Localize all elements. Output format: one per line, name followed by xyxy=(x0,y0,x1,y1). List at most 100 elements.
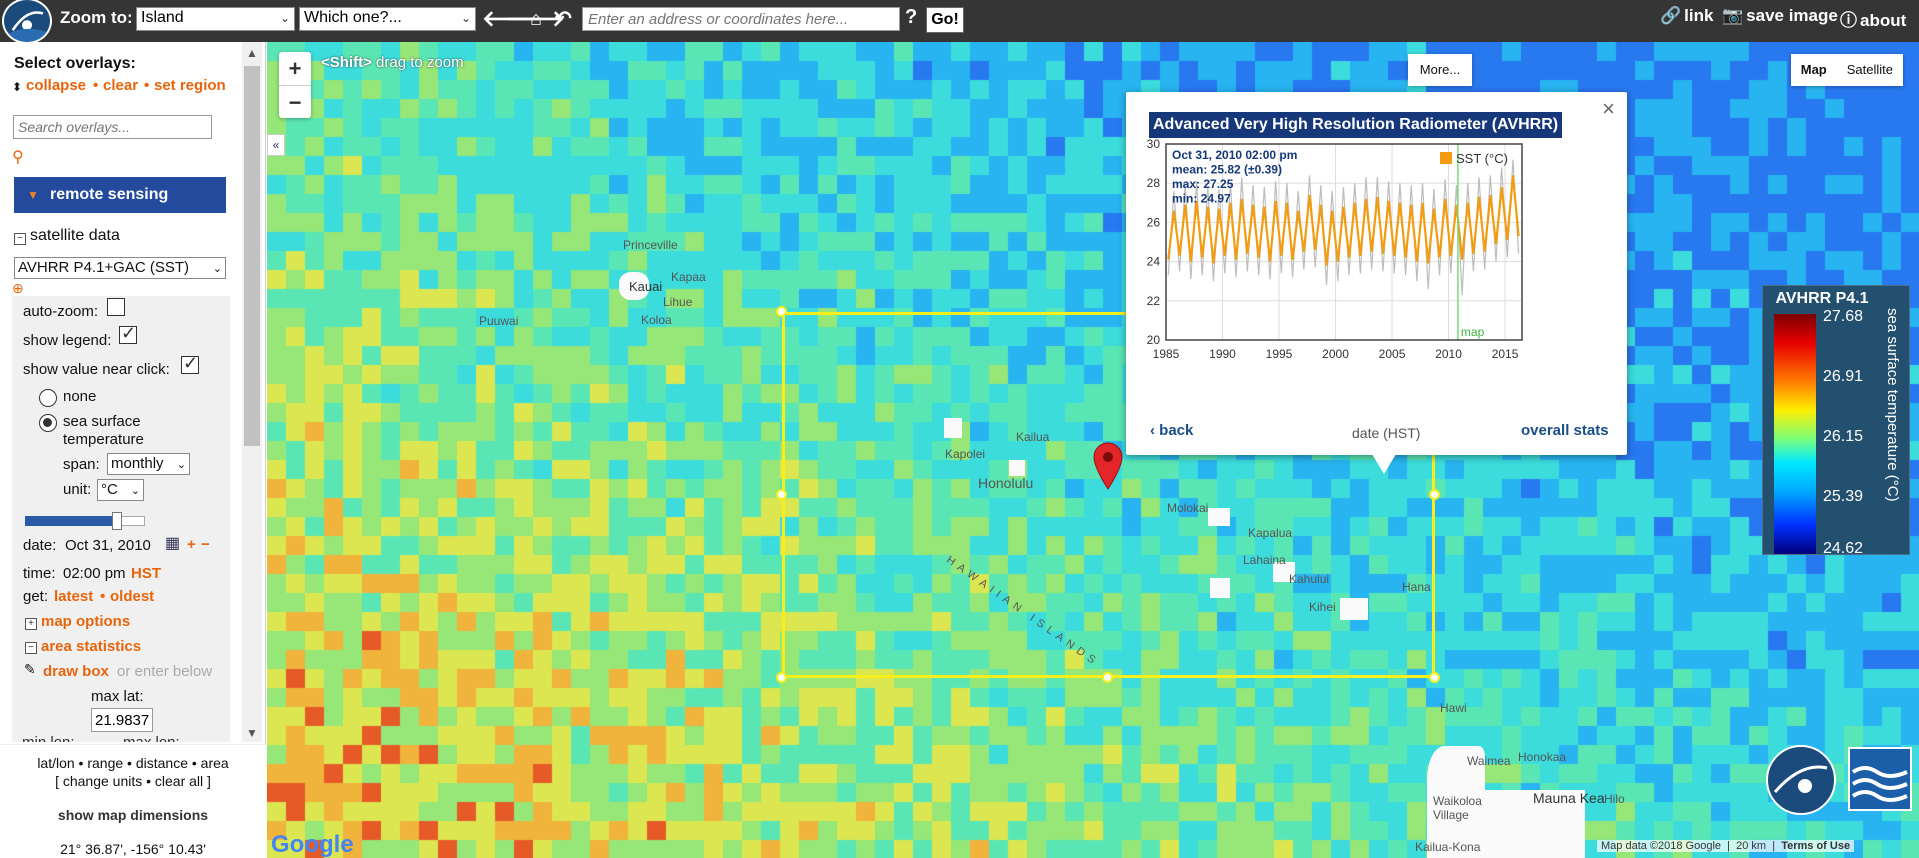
map-type-map-button[interactable]: Map xyxy=(1791,54,1837,86)
popup-pointer xyxy=(1372,454,1396,474)
x-tick-label: 1985 xyxy=(1153,347,1180,361)
map-options-link[interactable]: map options xyxy=(41,613,130,630)
search-icon[interactable]: ⚲ xyxy=(12,147,24,167)
link-icon: 🔗 xyxy=(1660,6,1682,25)
map-marker-icon[interactable] xyxy=(1092,440,1124,490)
remote-sensing-label: remote sensing xyxy=(50,186,169,203)
box-handle[interactable] xyxy=(776,306,787,317)
sidebar-scrollbar[interactable]: ▲ ▼ xyxy=(242,42,262,742)
zoom-to-select[interactable]: Island ⌄ xyxy=(136,7,295,31)
stat-max: max: 27.25 xyxy=(1172,177,1234,191)
units-line[interactable]: [ change units • clear all ] xyxy=(0,773,266,789)
dataset-select[interactable]: AVHRR P4.1+GAC (SST) ⌄ xyxy=(14,257,226,279)
help-button[interactable]: ? xyxy=(905,6,917,29)
set-region-link[interactable]: set region xyxy=(154,77,226,94)
chevron-down-icon: ⌄ xyxy=(460,11,471,25)
search-overlays-input[interactable] xyxy=(13,115,212,139)
opacity-slider-handle[interactable] xyxy=(112,512,123,530)
color-legend: AVHRR P4.1 27.68 26.91 26.15 25.39 24.62… xyxy=(1762,285,1910,557)
map-canvas[interactable]: Princeville Kauai Kapaa Lihue Koloa Puuw… xyxy=(267,42,1919,858)
auto-zoom-checkbox[interactable] xyxy=(107,298,125,316)
zoom-in-button[interactable]: + xyxy=(279,52,311,85)
zoom-out-button[interactable]: − xyxy=(279,86,311,119)
collapse-satellite-icon[interactable]: − xyxy=(14,233,26,245)
zoom-to-dataset-icon[interactable]: ⊕ xyxy=(12,280,24,297)
show-legend-checkbox[interactable] xyxy=(119,323,137,344)
zoom-to-label: Zoom to: xyxy=(60,8,133,27)
y-tick-label: 30 xyxy=(1147,137,1161,151)
which-one-select[interactable]: Which one?... ⌄ xyxy=(299,7,476,31)
link-label: link xyxy=(1684,6,1714,25)
radio-sea-surface-temperature[interactable] xyxy=(39,414,57,432)
calendar-icon[interactable]: ▦ xyxy=(165,533,180,553)
clear-link[interactable]: clear xyxy=(103,77,138,94)
show-map-dimensions-link[interactable]: show map dimensions xyxy=(0,807,266,823)
info-icon: ⓘ xyxy=(1840,11,1857,30)
legend-title: AVHRR P4.1 xyxy=(1775,290,1869,307)
terms-of-use-link[interactable]: Terms of Use xyxy=(1781,840,1850,852)
measure-tools-line[interactable]: lat/lon • range • distance • area xyxy=(0,755,266,771)
map-type-control: Map Satellite xyxy=(1790,54,1903,86)
home-icon[interactable]: ⌂ xyxy=(530,7,542,31)
span-select[interactable]: monthly ⌄ xyxy=(107,453,190,475)
more-button[interactable]: More... xyxy=(1408,54,1472,86)
draw-box-link[interactable]: draw box xyxy=(43,663,109,680)
save-image-button[interactable]: 📷 save image xyxy=(1722,6,1838,26)
x-tick-label: 2000 xyxy=(1322,347,1349,361)
link-button[interactable]: 🔗 link xyxy=(1660,6,1713,26)
app-logo[interactable] xyxy=(2,0,52,44)
time-value[interactable]: 02:00 pm xyxy=(63,565,126,582)
pacioos-logo-icon xyxy=(1766,745,1836,815)
unit-select-value: °C xyxy=(101,481,118,498)
y-tick-label: 24 xyxy=(1147,255,1161,269)
expand-map-options-icon[interactable]: + xyxy=(25,618,37,630)
sidebar-footer: lat/lon • range • distance • area [ chan… xyxy=(0,744,266,858)
remote-sensing-header[interactable]: ▼ remote sensing xyxy=(14,177,226,213)
time-zone-link[interactable]: HST xyxy=(131,565,161,582)
box-handle[interactable] xyxy=(1102,672,1113,683)
date-plus-button[interactable]: + xyxy=(187,536,196,553)
box-handle[interactable] xyxy=(776,672,787,683)
show-value-checkbox[interactable] xyxy=(181,353,199,374)
sort-icon: ⬍ xyxy=(12,80,23,94)
overall-stats-link[interactable]: overall stats xyxy=(1521,422,1609,439)
box-handle[interactable] xyxy=(776,489,787,500)
undo-icon[interactable]: ↶ xyxy=(555,7,572,31)
map-attribution: Map data ©2018 Google | 20 km | Terms of… xyxy=(1597,840,1855,852)
scroll-down-icon[interactable]: ▼ xyxy=(246,726,258,740)
sidebar: Select overlays: ⬍ collapse • clear • se… xyxy=(0,42,266,858)
back-label: back xyxy=(1159,422,1194,439)
place-princeville: Princeville xyxy=(623,238,678,252)
box-handle[interactable] xyxy=(1429,672,1440,683)
scrollbar-thumb[interactable] xyxy=(244,66,260,446)
back-link[interactable]: ‹ back xyxy=(1150,422,1193,439)
go-button[interactable]: Go! xyxy=(926,7,964,33)
max-lat-input[interactable] xyxy=(91,708,153,732)
shift-key-label: <Shift> xyxy=(321,54,372,71)
stat-min: min: 24.97 xyxy=(1172,192,1231,206)
x-tick-label: 1990 xyxy=(1209,347,1236,361)
stat-mean: mean: 25.82 (±0.39) xyxy=(1172,163,1282,177)
radio-none[interactable] xyxy=(39,389,57,407)
legend-label: SST (°C) xyxy=(1456,151,1508,166)
google-logo[interactable]: Google xyxy=(271,831,354,858)
collapse-area-statistics-icon[interactable]: − xyxy=(25,642,37,654)
place-koloa: Koloa xyxy=(641,313,672,327)
collapse-sidebar-button[interactable]: « xyxy=(267,134,285,156)
unit-select[interactable]: °C ⌄ xyxy=(97,479,144,501)
x-tick-label: 2005 xyxy=(1379,347,1406,361)
latest-link[interactable]: latest xyxy=(54,588,93,605)
sidebar-scroll-area: Select overlays: ⬍ collapse • clear • se… xyxy=(0,42,242,742)
date-minus-button[interactable]: − xyxy=(201,536,210,553)
date-value[interactable]: Oct 31, 2010 xyxy=(65,537,151,554)
box-handle[interactable] xyxy=(1429,489,1440,500)
about-button[interactable]: ⓘ about xyxy=(1840,6,1906,31)
oldest-link[interactable]: oldest xyxy=(110,588,154,605)
legend-tick: 26.91 xyxy=(1823,368,1864,385)
collapse-link[interactable]: collapse xyxy=(26,77,86,94)
area-statistics-link[interactable]: area statistics xyxy=(41,638,141,655)
scroll-up-icon[interactable]: ▲ xyxy=(246,46,258,60)
close-icon[interactable]: × xyxy=(1602,96,1615,122)
address-search-input[interactable] xyxy=(582,7,900,31)
map-type-satellite-button[interactable]: Satellite xyxy=(1837,54,1903,86)
